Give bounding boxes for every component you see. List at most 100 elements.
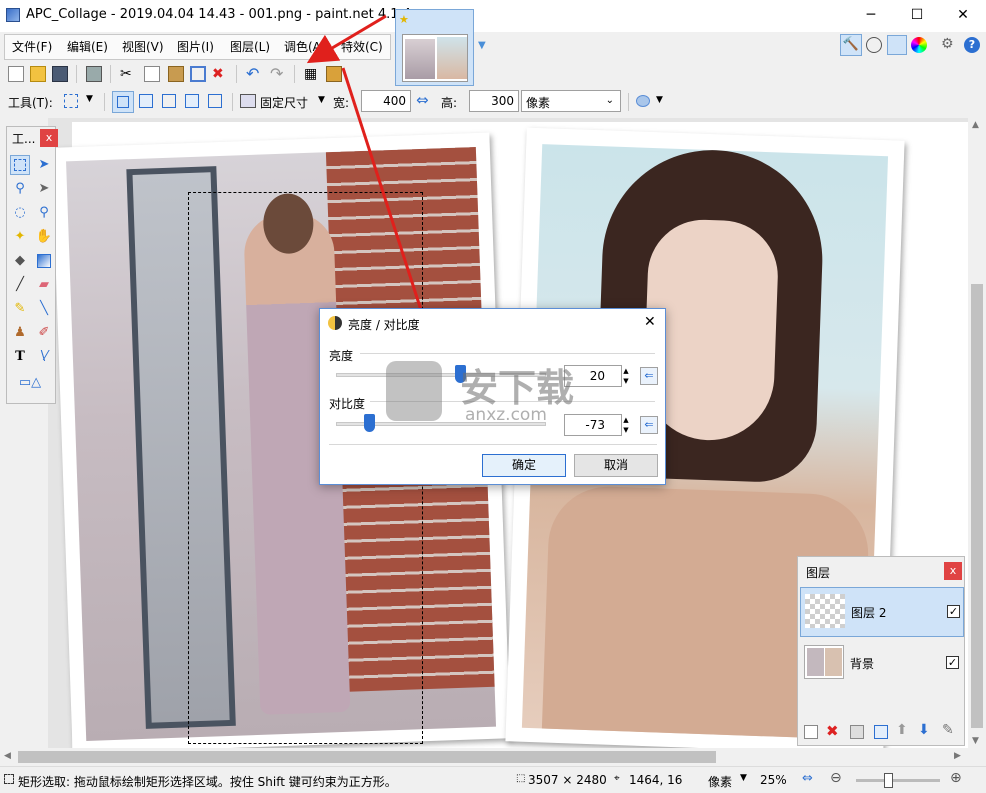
undo-icon[interactable]: ↶ [246, 66, 262, 82]
contrast-slider-thumb[interactable] [364, 414, 375, 432]
fit-window-icon[interactable]: ⇔ [802, 771, 813, 786]
ruler-icon[interactable] [326, 66, 342, 82]
image-tab-thumbnail[interactable]: ★ [395, 9, 474, 86]
height-input[interactable]: 300 [469, 90, 519, 112]
paste-icon[interactable] [168, 66, 184, 82]
horizontal-scroll-thumb[interactable] [18, 751, 716, 763]
line-curve-tool-icon[interactable]: \⁄ [34, 347, 54, 367]
contrast-reset-icon[interactable]: ⇐ [640, 416, 658, 434]
paint-bucket-tool-icon[interactable]: ◆ [10, 251, 30, 271]
menu-adjustments[interactable]: 调色(A) [284, 38, 326, 55]
ellipse-select-tool-icon[interactable]: ◌ [10, 203, 30, 223]
fixed-size-dropdown-icon[interactable]: ▼ [318, 95, 325, 105]
replace-mode-button[interactable] [112, 91, 134, 113]
eraser-tool-icon[interactable]: ▰ [34, 275, 54, 295]
zoom-tool-icon[interactable]: ⚲ [34, 203, 54, 223]
move-layer-up-icon[interactable]: ⬆ [896, 722, 908, 738]
pan-tool-icon[interactable]: ✋ [34, 227, 54, 247]
scroll-up-icon[interactable]: ▲ [972, 120, 979, 130]
invert-mode-icon[interactable] [208, 94, 222, 108]
delete-layer-icon[interactable]: ✖ [826, 722, 839, 740]
cut-icon[interactable]: ✂ [120, 66, 136, 82]
zoom-slider-thumb[interactable] [884, 773, 893, 788]
rectangle-select-icon[interactable] [64, 94, 78, 108]
redo-icon[interactable]: ↷ [270, 66, 286, 82]
zoom-in-icon[interactable]: ⊕ [950, 770, 962, 786]
tools-panel-close-button[interactable]: x [40, 129, 58, 147]
antialias-dropdown-icon[interactable]: ▼ [656, 95, 663, 105]
exclude-mode-icon[interactable] [162, 94, 176, 108]
save-icon[interactable] [52, 66, 68, 82]
unit-select[interactable]: 像素 ⌄ [521, 90, 621, 112]
print-icon[interactable] [86, 66, 102, 82]
colors-icon[interactable] [911, 37, 927, 53]
unit-status-dropdown-icon[interactable]: ▼ [740, 773, 747, 783]
menu-view[interactable]: 视图(V) [122, 38, 164, 55]
brightness-spinner-icon[interactable]: ▲ ▼ [620, 366, 632, 386]
menu-file[interactable]: 文件(F) [12, 38, 52, 55]
cancel-button[interactable]: 取消 [574, 454, 658, 477]
vertical-scrollbar[interactable]: ▲ ▼ [968, 118, 986, 748]
help-icon[interactable]: ? [964, 37, 980, 53]
magic-wand-tool-icon[interactable]: ✦ [10, 227, 30, 247]
zoom-level[interactable]: 25% [760, 773, 787, 787]
move-layer-down-icon[interactable]: ⬇ [918, 722, 930, 738]
layers-window-icon[interactable] [887, 35, 907, 55]
tab-dropdown-icon[interactable]: ▼ [478, 40, 486, 51]
lasso-select-tool-icon[interactable]: ⚲ [10, 179, 30, 199]
gradient-tool-icon[interactable] [34, 251, 54, 271]
union-mode-icon[interactable] [139, 94, 153, 108]
intersect-mode-icon[interactable] [185, 94, 199, 108]
close-button[interactable]: ✕ [940, 0, 986, 32]
copy-icon[interactable] [144, 66, 160, 82]
move-selected-tool-icon[interactable]: ➤ [34, 155, 54, 175]
scroll-down-icon[interactable]: ▼ [972, 736, 979, 746]
menu-edit[interactable]: 编辑(E) [67, 38, 108, 55]
scroll-left-icon[interactable]: ◀ [4, 751, 11, 761]
move-selection-tool-icon[interactable]: ➤ [34, 179, 54, 199]
rectangle-select-tool-icon[interactable] [10, 155, 30, 175]
antialias-icon[interactable] [636, 95, 650, 107]
ok-button[interactable]: 确定 [482, 454, 566, 477]
menu-layers[interactable]: 图层(L) [230, 38, 270, 55]
grid-icon[interactable]: ▦ [304, 66, 320, 82]
layer-visibility-checkbox[interactable]: ✓ [947, 605, 960, 618]
zoom-slider-track[interactable] [856, 773, 940, 788]
shapes-tool-icon[interactable]: ▭△ [10, 373, 50, 393]
layer-row-layer2[interactable]: 图层 2 ✓ [800, 587, 964, 637]
contrast-input[interactable]: -73 [564, 414, 622, 436]
recolor-tool-icon[interactable]: ✐ [34, 323, 54, 343]
duplicate-layer-icon[interactable] [850, 725, 864, 739]
layer-properties-icon[interactable]: ✎ [942, 722, 954, 738]
scroll-right-icon[interactable]: ▶ [954, 751, 961, 761]
dialog-close-button[interactable]: ✕ [644, 314, 656, 330]
color-picker-tool-icon[interactable]: ╲ [34, 299, 54, 319]
contrast-spinner-icon[interactable]: ▲ ▼ [620, 415, 632, 435]
horizontal-scrollbar[interactable]: ◀ ▶ [0, 748, 968, 766]
text-tool-icon[interactable]: T [10, 347, 30, 367]
new-file-icon[interactable] [8, 66, 24, 82]
crop-icon[interactable] [190, 66, 206, 82]
open-file-icon[interactable] [30, 66, 46, 82]
zoom-out-icon[interactable]: ⊖ [830, 770, 842, 786]
paintbrush-tool-icon[interactable]: ╱ [10, 275, 30, 295]
add-layer-icon[interactable] [804, 725, 818, 739]
deselect-icon[interactable]: ✖ [212, 66, 228, 82]
clone-stamp-tool-icon[interactable]: ♟ [10, 323, 30, 343]
brightness-reset-icon[interactable]: ⇐ [640, 367, 658, 385]
minimize-button[interactable]: ─ [848, 0, 894, 32]
tool-dropdown-icon[interactable]: ▼ [86, 94, 93, 104]
swap-size-icon[interactable]: ⇔ [416, 91, 429, 109]
unit-status[interactable]: 像素 [708, 773, 732, 790]
pencil-tool-icon[interactable]: ✎ [10, 299, 30, 319]
menu-image[interactable]: 图片(I) [177, 38, 214, 55]
vertical-scroll-thumb[interactable] [971, 284, 983, 728]
fixed-size-label[interactable]: 固定尺寸 [260, 94, 308, 111]
width-input[interactable]: 400 [361, 90, 411, 112]
layer-row-background[interactable]: 背景 ✓ [800, 639, 964, 689]
maximize-button[interactable]: ☐ [894, 0, 940, 32]
tools-window-icon[interactable]: 🔨 [840, 34, 862, 56]
history-icon[interactable] [866, 37, 882, 53]
layer-visibility-checkbox[interactable]: ✓ [946, 656, 959, 669]
layers-panel-close-button[interactable]: x [944, 562, 962, 580]
